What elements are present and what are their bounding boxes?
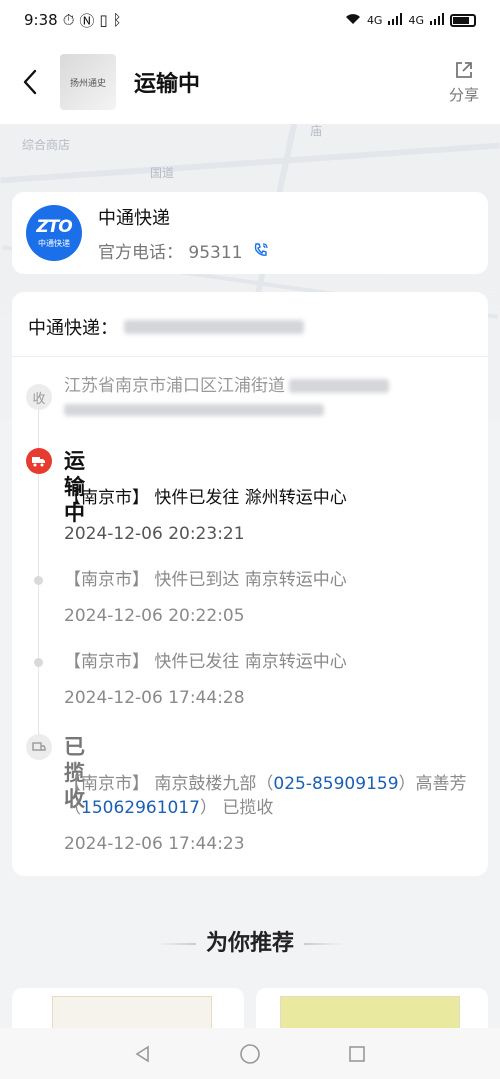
- app-header: 扬州通史 运输中 分享: [0, 40, 500, 124]
- circle-home-icon: [240, 1043, 260, 1064]
- courier-phone-row[interactable]: 官方电话： 95311: [98, 238, 269, 263]
- back-button[interactable]: [0, 40, 60, 124]
- event-text: 【南京市】 快件已发往 滁州转运中心: [64, 488, 347, 508]
- tracking-number-row[interactable]: 中通快递：: [28, 314, 304, 340]
- vibrate-icon: ▯: [99, 11, 108, 29]
- nav-back-button[interactable]: [123, 1034, 163, 1074]
- tracking-label: 中通快递：: [28, 318, 118, 339]
- tracking-card: 中通快递： 收 江苏省南京市浦口区江浦街道 运输中 【南京市】 快件已发往 滁州…: [12, 292, 488, 876]
- product-thumbnail[interactable]: 扬州通史: [60, 54, 116, 110]
- chevron-left-icon: [23, 69, 37, 95]
- nfc-icon: Ⓝ: [79, 11, 95, 30]
- tracking-event: 【南京市】 南京鼓楼九部（025-85909159）高善芳（1506296101…: [64, 772, 474, 856]
- logo-subtext: 中通快递: [38, 239, 70, 248]
- phone-label: 官方电话：: [98, 242, 183, 263]
- divider: [12, 356, 488, 357]
- signal-icon: [430, 12, 444, 28]
- page-title: 运输中: [134, 72, 201, 97]
- courier-card: ZTO 中通快递 中通快递 官方电话： 95311: [12, 192, 488, 274]
- system-nav-bar: [0, 1028, 500, 1079]
- event-time: 2024-12-06 17:44:23: [64, 834, 245, 854]
- phone-link[interactable]: 15062961017: [81, 798, 200, 818]
- event-time: 2024-12-06 20:22:05: [64, 606, 245, 626]
- tracking-event: 【南京市】 快件已发往 滁州转运中心 2024-12-06 20:23:21: [64, 486, 474, 546]
- share-label: 分享: [448, 85, 479, 104]
- event-time: 2024-12-06 20:23:21: [64, 524, 245, 544]
- bluetooth-icon: ᛒ: [112, 11, 122, 29]
- package-icon: [26, 734, 52, 760]
- signal-icon: [388, 12, 403, 28]
- event-text: 【南京市】 快件已发往 南京转运中心: [64, 652, 347, 672]
- recommend-section-title: 为你推荐: [0, 925, 500, 957]
- tracking-event: 【南京市】 快件已发往 南京转运中心 2024-12-06 17:44:28: [64, 650, 474, 710]
- phone-number: 95311: [188, 242, 243, 263]
- receive-badge: 收: [26, 384, 52, 410]
- zto-logo: ZTO 中通快递: [26, 205, 82, 261]
- signal-1-label: 4G: [366, 13, 383, 27]
- status-time: 9:38: [24, 11, 58, 29]
- phone-call-icon[interactable]: [253, 242, 269, 258]
- timeline-line: [38, 392, 39, 752]
- phone-link[interactable]: 025-85909159: [273, 774, 398, 794]
- timeline-dot: [34, 658, 43, 667]
- clock-icon: ⏱: [62, 11, 75, 29]
- thumbnail-text: 扬州通史: [69, 78, 106, 89]
- status-bar: 9:38 ⏱ Ⓝ ▯ ᛒ 4G 4G: [0, 0, 500, 40]
- receiver-address: 江苏省南京市浦口区江浦街道: [64, 374, 474, 422]
- map-label: 国道: [150, 166, 175, 180]
- tracking-event: 【南京市】 快件已到达 南京转运中心 2024-12-06 20:22:05: [64, 568, 474, 628]
- triangle-back-icon: [135, 1045, 150, 1062]
- divider: [155, 943, 196, 945]
- nav-recents-button[interactable]: [337, 1034, 377, 1074]
- redacted-tracking-number: [124, 320, 304, 334]
- square-recents-icon: [348, 1045, 365, 1062]
- logo-text: ZTO: [36, 217, 72, 237]
- truck-icon: [26, 448, 52, 474]
- share-button[interactable]: 分享: [428, 60, 500, 105]
- timeline-dot: [34, 576, 43, 585]
- map-label: 综合商店: [22, 138, 71, 152]
- event-text: 【南京市】 快件已到达 南京转运中心: [64, 570, 347, 590]
- signal-2-label: 4G: [408, 13, 424, 27]
- event-time: 2024-12-06 17:44:28: [64, 688, 245, 708]
- courier-name: 中通快递: [98, 207, 170, 229]
- map-label: 庙: [310, 124, 323, 138]
- divider: [304, 943, 344, 945]
- nav-home-button[interactable]: [230, 1034, 270, 1074]
- battery-icon: [450, 13, 476, 27]
- wifi-icon: [345, 13, 361, 28]
- share-icon: [456, 61, 472, 78]
- event-text: 【南京市】 南京鼓楼九部（025-85909159）高善芳（1506296101…: [64, 774, 467, 818]
